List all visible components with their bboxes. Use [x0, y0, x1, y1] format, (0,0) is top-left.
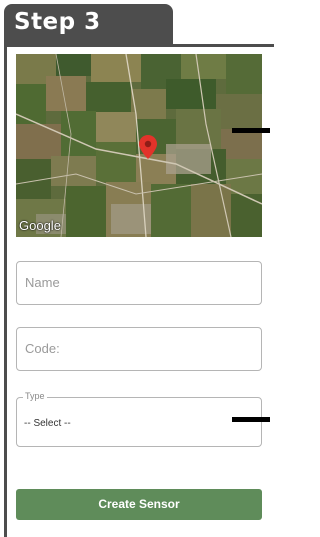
map-pin-icon[interactable]: [139, 135, 157, 159]
name-field[interactable]: Name: [16, 261, 262, 305]
step-title: Step 3: [14, 9, 101, 35]
code-field[interactable]: Code:: [16, 327, 262, 371]
satellite-map[interactable]: Google: [16, 54, 262, 237]
type-select[interactable]: Type -- Select --: [16, 391, 262, 447]
google-logo: Google: [19, 218, 61, 233]
step-tab: Step 3: [4, 4, 173, 44]
type-label: Type: [23, 391, 47, 401]
annotation-line: [232, 128, 270, 133]
name-placeholder: Name: [25, 275, 60, 290]
annotation-line: [232, 417, 270, 422]
type-selected-value: -- Select --: [24, 418, 71, 429]
code-placeholder: Code:: [25, 341, 60, 356]
create-sensor-button[interactable]: Create Sensor: [16, 489, 262, 520]
